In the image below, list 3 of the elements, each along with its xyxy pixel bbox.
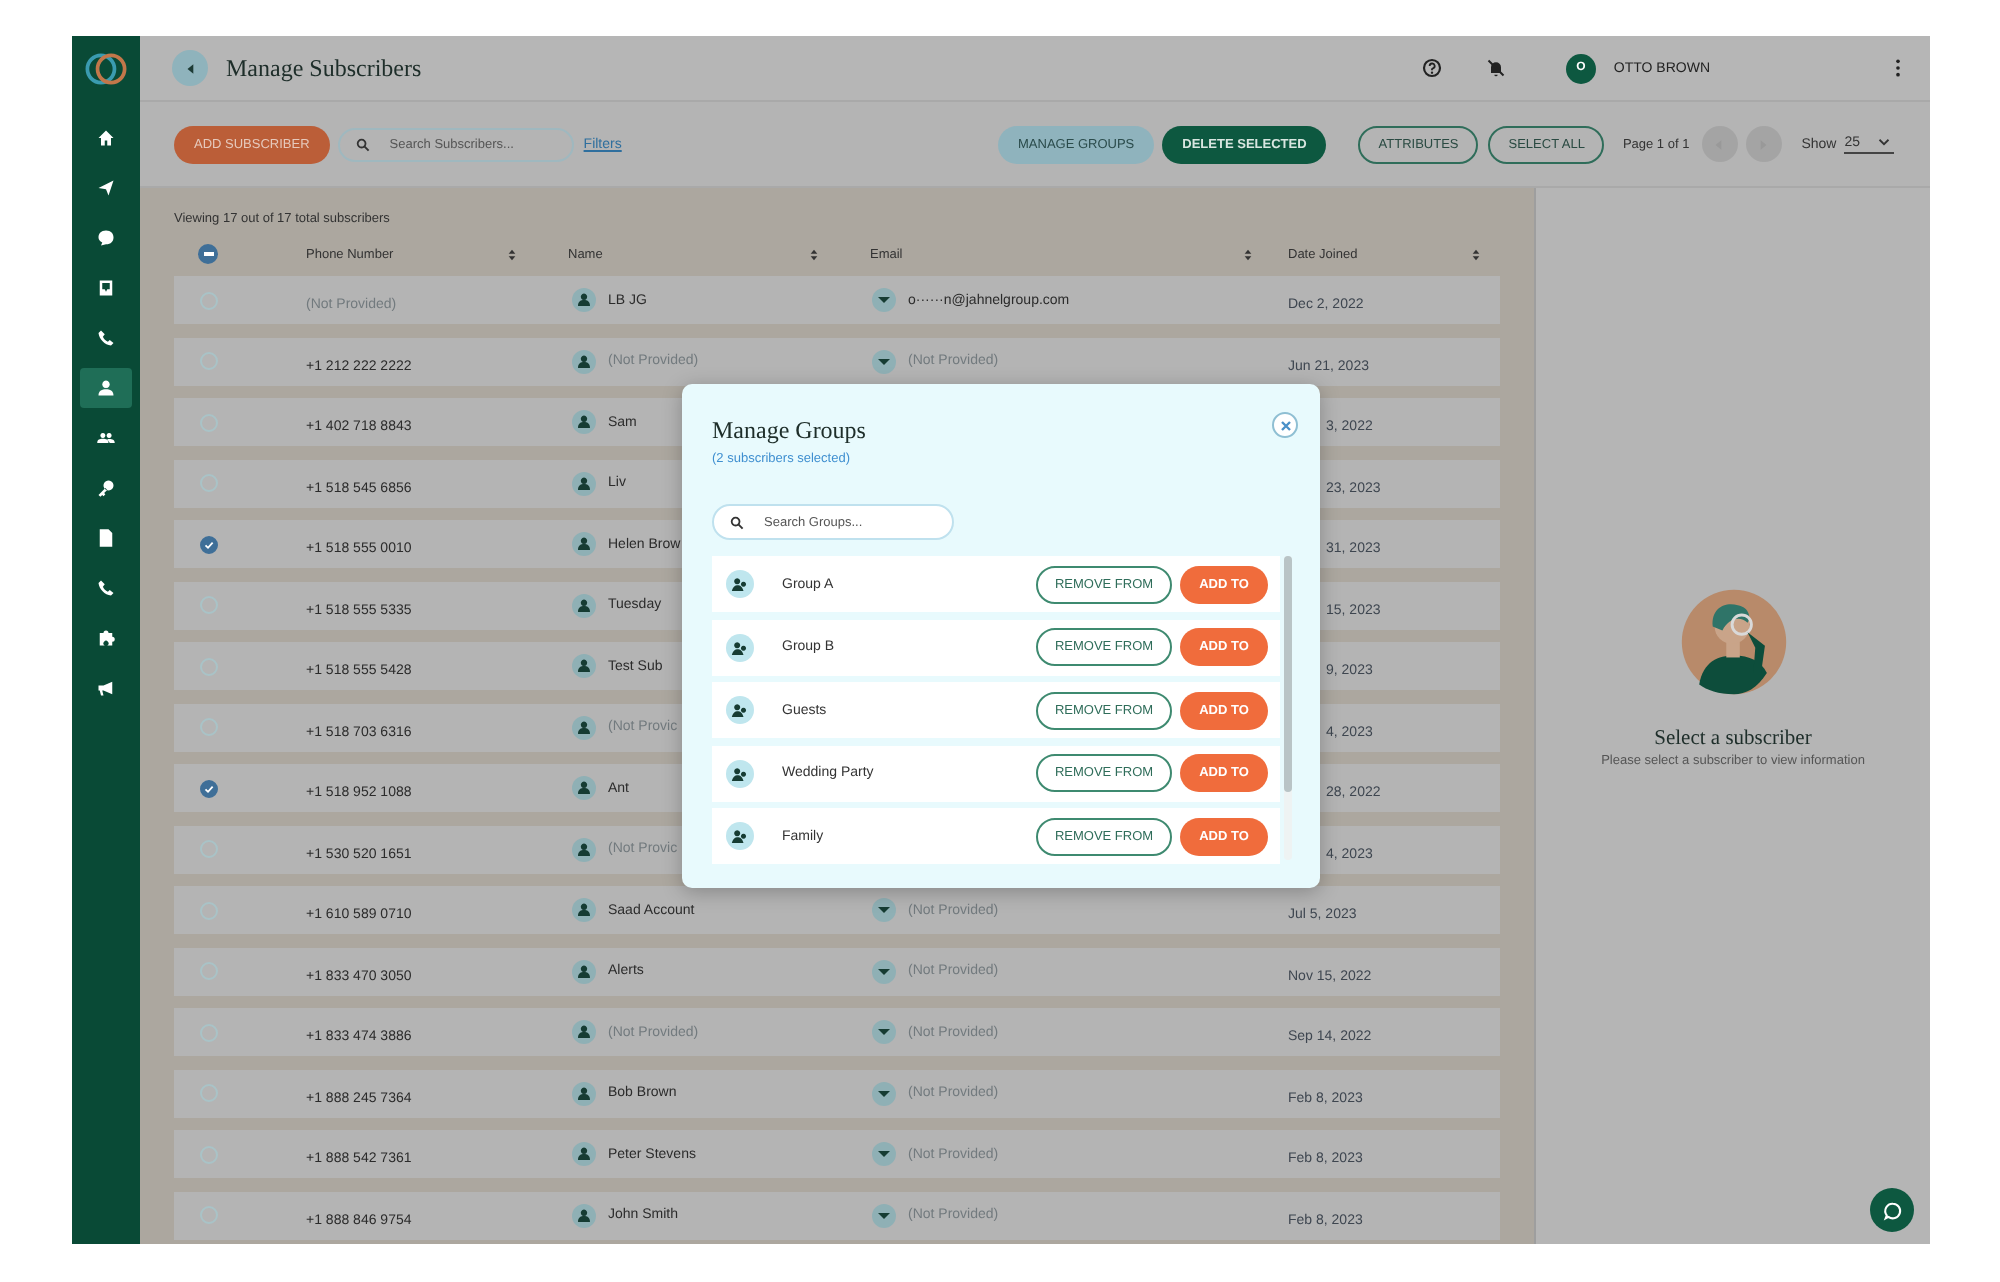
- page-title: Manage Subscribers: [226, 53, 422, 83]
- dialog-title: Manage Groups: [712, 416, 866, 446]
- panel-title: Select a subscriber: [1654, 728, 1812, 750]
